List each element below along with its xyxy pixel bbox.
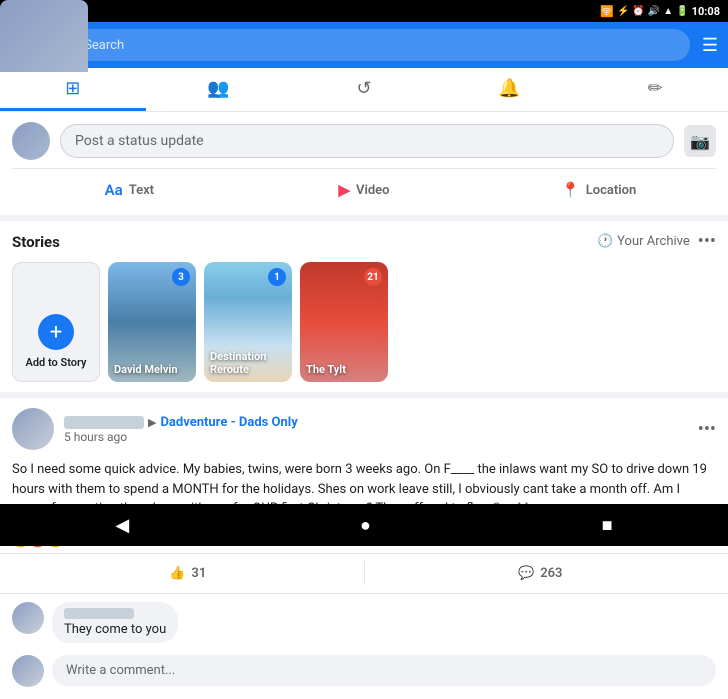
post-more-icon[interactable]: ••• <box>698 419 716 440</box>
post-group-arrow: ▶ <box>148 416 156 429</box>
add-story-plus-icon: + <box>38 314 74 350</box>
post-box: Post a status update 📷 Aa Text ▶ Video 📍… <box>0 112 728 215</box>
user-avatar-post <box>12 122 50 160</box>
post-author-name-row: ▶ Dadventure - Dads Only <box>64 415 688 430</box>
search-placeholder: Search <box>84 38 124 53</box>
text-button[interactable]: Aa Text <box>12 175 247 205</box>
navigation-bar: 👤 🔍 Search ☰ <box>0 22 728 68</box>
add-story-card[interactable]: + Add to Story <box>12 262 100 382</box>
bell-icon: 🔔 <box>498 78 520 99</box>
video-label: Video <box>356 183 390 198</box>
commenter-name-blurred <box>64 608 166 622</box>
tab-watch[interactable]: ↺ <box>291 68 437 111</box>
status-icons-right: 🛜 ⚡ ⏰ 🔊 ▲ 🔋 10:08 <box>600 5 720 18</box>
comment-input[interactable]: Write a comment... <box>52 655 716 686</box>
location-button[interactable]: 📍 Location <box>481 175 716 205</box>
location-icon: 📍 <box>561 181 580 199</box>
commenter-avatar <box>12 602 44 634</box>
post-stats-row: 👍 31 💬 263 <box>0 553 728 593</box>
like-count: 31 <box>191 566 206 581</box>
status-input[interactable]: Post a status update <box>60 124 674 158</box>
search-bar[interactable]: 🔍 Search <box>50 29 690 61</box>
comment-button[interactable]: 💬 263 <box>365 560 717 587</box>
post-header: ▶ Dadventure - Dads Only 5 hours ago ••• <box>0 398 728 456</box>
archive-label: Your Archive <box>617 234 690 249</box>
edit-icon: ✏ <box>648 78 663 99</box>
story-badge-3: 21 <box>364 268 382 286</box>
home-icon: ⊞ <box>65 78 80 99</box>
stories-more-icon[interactable]: ••• <box>698 231 716 252</box>
text-icon: Aa <box>105 181 123 199</box>
story-card-1[interactable]: 3 David Melvin <box>108 262 196 382</box>
story-badge-1: 3 <box>172 268 190 286</box>
comment-bubble: They come to you <box>52 602 178 643</box>
back-button[interactable]: ◀ <box>115 515 129 536</box>
photo-icon[interactable]: 📷 <box>684 125 716 157</box>
text-label: Text <box>129 183 154 198</box>
status-bar: 𝕏 f M ▶ f ▭ 🛜 ⚡ ⏰ 🔊 ▲ 🔋 10:08 <box>0 0 728 22</box>
friends-icon: 👥 <box>207 78 229 99</box>
camera-icon: 📷 <box>690 132 710 151</box>
your-archive-button[interactable]: 🕐 Your Archive <box>597 234 690 249</box>
story-label-1: David Melvin <box>114 363 190 376</box>
story-card-2[interactable]: 1 Destination Reroute <box>204 262 292 382</box>
square-button[interactable]: ■ <box>602 515 613 536</box>
battery-icon: 🔋 <box>676 6 688 17</box>
comment-input-row: Write a comment... <box>12 651 716 691</box>
menu-icon[interactable]: ☰ <box>702 35 718 56</box>
watch-icon: ↺ <box>356 78 371 99</box>
post-top-row: Post a status update 📷 <box>12 122 716 160</box>
tab-friends[interactable]: 👥 <box>146 68 292 111</box>
home-button[interactable]: ● <box>360 515 371 536</box>
post-action-buttons: Aa Text ▶ Video 📍 Location <box>12 168 716 205</box>
story-badge-2: 1 <box>268 268 286 286</box>
comment-section: They come to you Write a comment... <box>0 593 728 699</box>
tab-create[interactable]: ✏ <box>582 68 728 111</box>
stories-title: Stories <box>12 233 60 251</box>
tab-home[interactable]: ⊞ <box>0 68 146 111</box>
post-group-name[interactable]: Dadventure - Dads Only <box>160 415 297 430</box>
stories-header: Stories 🕐 Your Archive ••• <box>12 231 716 252</box>
stories-row: + Add to Story 3 David Melvin 1 Destinat… <box>12 262 716 382</box>
comment-item: They come to you <box>12 602 716 643</box>
alarm-icon: ⏰ <box>632 6 644 17</box>
clock-icon: 🕐 <box>597 234 613 249</box>
comment-text: They come to you <box>64 622 166 637</box>
post-timestamp: 5 hours ago <box>64 430 688 444</box>
comment-count: 263 <box>540 566 562 581</box>
comment-icon: 💬 <box>518 566 534 581</box>
post-card: ▶ Dadventure - Dads Only 5 hours ago •••… <box>0 398 728 699</box>
tab-notifications[interactable]: 🔔 <box>437 68 583 111</box>
location-label: Location <box>586 183 637 198</box>
wifi-icon: 🛜 <box>600 5 614 18</box>
story-card-3[interactable]: 21 The Tylt <box>300 262 388 382</box>
story-label-3: The Tylt <box>306 363 382 376</box>
post-author-avatar <box>12 408 54 450</box>
story-label-2: Destination Reroute <box>210 350 286 376</box>
like-icon: 👍 <box>169 566 185 581</box>
add-story-label: Add to Story <box>26 356 87 369</box>
current-user-avatar <box>12 655 44 687</box>
stories-header-right: 🕐 Your Archive ••• <box>597 231 716 252</box>
tab-bar: ⊞ 👥 ↺ 🔔 ✏ <box>0 68 728 112</box>
volume-icon: 🔊 <box>648 6 660 17</box>
stories-section: Stories 🕐 Your Archive ••• + Add to Stor… <box>0 221 728 392</box>
bottom-navigation: ◀ ● ■ <box>0 504 728 546</box>
video-button[interactable]: ▶ Video <box>247 175 482 205</box>
video-icon: ▶ <box>338 181 350 199</box>
post-author-info: ▶ Dadventure - Dads Only 5 hours ago <box>64 415 688 444</box>
story-add-bg <box>0 0 88 72</box>
clock: 10:08 <box>692 5 720 18</box>
signal-icon: ▲ <box>663 6 673 17</box>
avatar-image <box>12 122 50 160</box>
bluetooth-icon: ⚡ <box>617 6 629 17</box>
like-button[interactable]: 👍 31 <box>12 560 364 587</box>
post-author-name-blurred <box>64 416 144 429</box>
